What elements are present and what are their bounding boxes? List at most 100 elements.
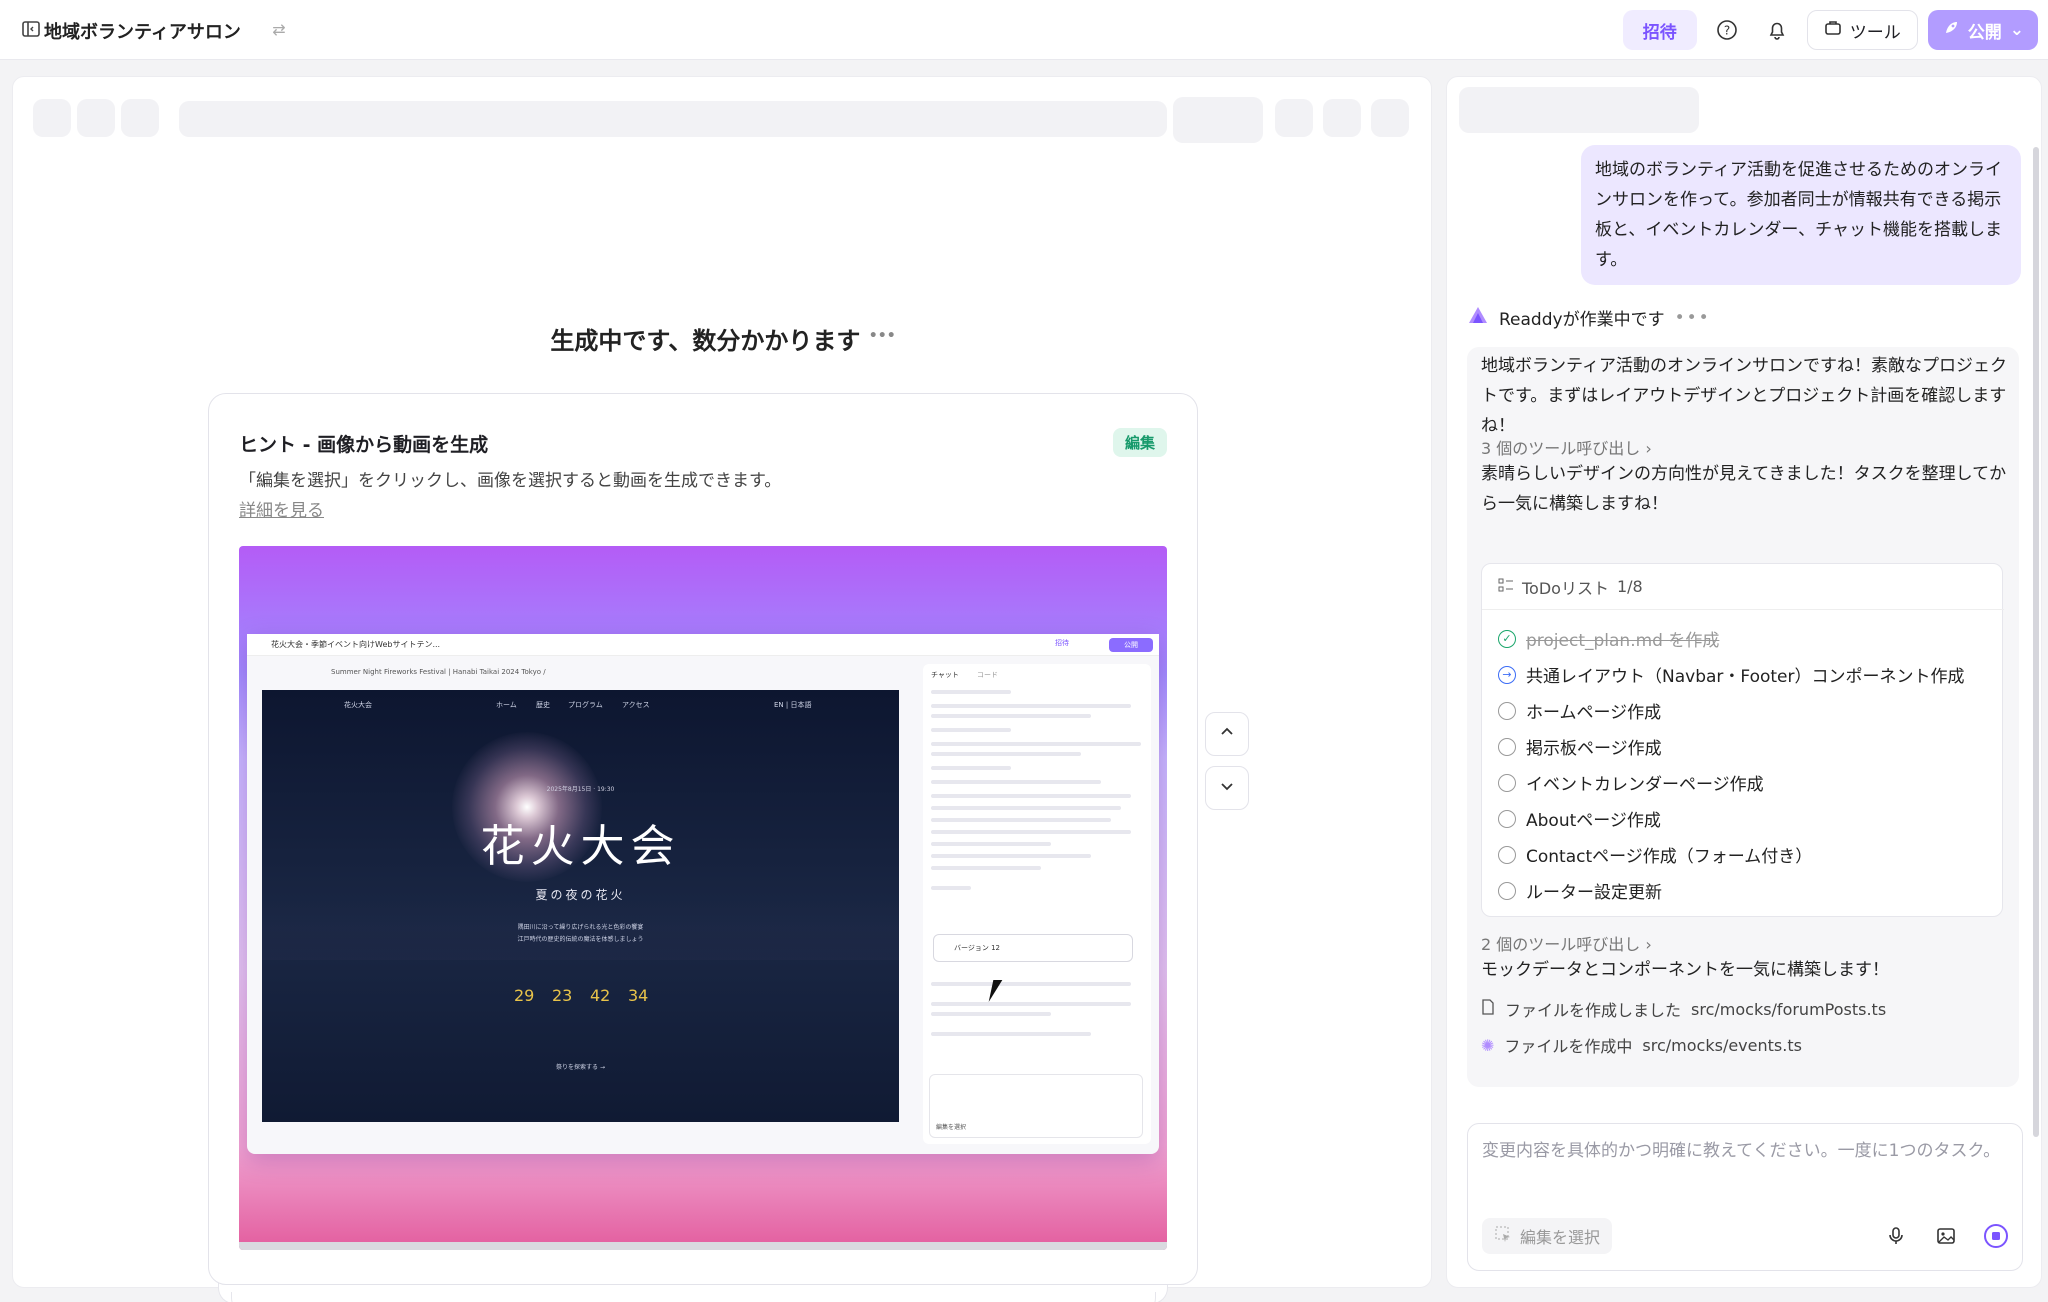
mock-chat-tab: チャット — [931, 671, 959, 679]
countdown-days: 29 — [514, 986, 535, 1005]
bell-icon[interactable] — [1757, 10, 1797, 50]
todo-label: project_plan.md を作成 — [1526, 631, 1720, 651]
mock-app-screenshot: 花火大会・季節イベント向けWebサイトテン... 招待 公開 Summer Ni… — [247, 634, 1159, 1154]
todo-label: 共通レイアウト（Navbar・Footer）コンポーネント作成 — [1526, 667, 1965, 687]
countdown-minutes: 42 — [590, 986, 611, 1005]
svg-text:?: ? — [1724, 24, 1730, 38]
mock-chat-line — [931, 1002, 1131, 1006]
file-created-row: ファイルを作成しました src/mocks/forumPosts.ts — [1481, 997, 1886, 1021]
edit-badge: 編集 — [1112, 428, 1167, 457]
file-status: ファイルを作成しました — [1505, 1001, 1682, 1020]
check-done-icon: ✓ — [1498, 629, 1516, 648]
generating-label: 生成中です、数分かかります — [550, 327, 861, 355]
stop-icon[interactable] — [1982, 1222, 2010, 1250]
mock-chat-line — [931, 714, 1091, 718]
publish-button[interactable]: 公開 ⌄ — [1927, 10, 2038, 50]
chat-scrollbar[interactable] — [2033, 147, 2039, 1137]
mock-desc-line: 江戸時代の歴史的伝統の魔法を体感しましょう — [517, 936, 644, 943]
mock-chat-line — [931, 742, 1141, 746]
help-icon[interactable]: ? — [1707, 10, 1747, 50]
mock-version-label: バージョン 12 — [954, 944, 1000, 952]
image-icon[interactable] — [1932, 1222, 1960, 1250]
mock-chat-line — [931, 690, 1011, 694]
select-edit-button[interactable]: 編集を選択 — [1482, 1218, 1613, 1254]
mock-cta: 祭りを探索する → — [556, 1064, 605, 1071]
agent-text: 地域ボランティア活動のオンラインサロンですね！素敵なプロジェクトです。まずはレイ… — [1481, 356, 2007, 436]
todo-item: ホームページ作成 — [1498, 698, 1661, 723]
skeleton-block — [33, 99, 71, 137]
chevron-down-icon — [1219, 778, 1235, 798]
pending-circle-icon — [1498, 809, 1516, 828]
mock-topbar: 花火大会・季節イベント向けWebサイトテン... 招待 公開 — [247, 634, 1159, 656]
todo-label: 掲示板ページ作成 — [1526, 739, 1662, 759]
pending-circle-icon — [1498, 845, 1516, 864]
mock-version-card: バージョン 12 — [933, 934, 1133, 962]
skeleton-url-bar — [179, 101, 1167, 137]
agent-message: 地域ボランティア活動のオンラインサロンですね！素敵なプロジェクトです。まずはレイ… — [1467, 347, 2019, 1087]
mock-edit-select: 編集を選択 — [936, 1124, 967, 1131]
todo-item: 掲示板ページ作成 — [1498, 734, 1662, 759]
loading-dots: ••• — [868, 328, 896, 344]
mock-site-desc: 隅田川に沿って繰り広げられる光と色彩の饗宴 江戸時代の歴史的伝統の魔法を体感しま… — [262, 922, 899, 946]
skeleton-block — [1371, 99, 1409, 137]
mock-chat-line — [931, 866, 1041, 870]
top-bar: 地域ボランティアサロン ⇄ 招待 ? ツール 公開 ⌄ — [0, 0, 2048, 60]
mock-chat-line — [931, 818, 1111, 822]
mock-chat-line — [931, 794, 1131, 798]
user-message: 地域のボランティア活動を促進させるためのオンラインサロンを作って。参加者同士が情… — [1581, 145, 2021, 285]
tools-button[interactable]: ツール — [1806, 10, 1918, 50]
pending-circle-icon — [1498, 881, 1516, 900]
mock-nav-item: EN | 日本語 — [774, 701, 812, 709]
mock-nav-item: 歴史 — [536, 701, 550, 709]
countdown-hours: 23 — [552, 986, 573, 1005]
learn-more-link[interactable]: 詳細を見る — [239, 496, 324, 521]
chat-panel: 地域のボランティア活動を促進させるためのオンラインサロンを作って。参加者同士が情… — [1446, 76, 2042, 1288]
todo-header: ToDoリスト 1/8 — [1482, 564, 2004, 610]
preview-panel: 生成中です、数分かかります ••• ヒント - 画像から動画を生成 編集 「編集… — [12, 76, 1433, 1302]
skeleton-block — [121, 99, 159, 137]
mock-desc-line: 隅田川に沿って繰り広げられる光と色彩の饗宴 — [517, 924, 644, 931]
mock-chat-line — [931, 1032, 1091, 1036]
next-hint-button[interactable] — [1205, 766, 1249, 810]
todo-label: イベントカレンダーページ作成 — [1526, 775, 1764, 795]
agent-text: モックデータとコンポーネントを一気に構築します！ — [1481, 960, 1889, 980]
chat-input-placeholder[interactable]: 変更内容を具体的かつ明確に教えてください。一度に1つのタスク。 — [1482, 1136, 2002, 1166]
generating-text: 生成中です、数分かかります ••• — [13, 321, 1433, 356]
file-path[interactable]: src/mocks/forumPosts.ts — [1691, 1000, 1886, 1019]
file-status: ファイルを作成中 — [1504, 1037, 1633, 1056]
tools-label: ツール — [1849, 22, 1901, 43]
chat-input[interactable]: 変更内容を具体的かつ明確に教えてください。一度に1つのタスク。 編集を選択 — [1467, 1123, 2023, 1271]
countdown-seconds: 34 — [628, 986, 649, 1005]
todo-label: Contactページ作成（フォーム付き） — [1526, 847, 1813, 867]
mock-chat-line — [931, 854, 1091, 858]
agent-status: Readdyが作業中です ••• — [1467, 305, 1711, 330]
chevron-up-icon — [1219, 724, 1235, 744]
todo-item: Contactページ作成（フォーム付き） — [1498, 842, 1812, 867]
todo-item: ルーター設定更新 — [1498, 878, 1662, 903]
spinner-icon: ✺ — [1481, 1035, 1495, 1055]
todo-list: ToDoリスト 1/8 ✓ project_plan.md を作成 → 共通レイ… — [1481, 563, 2004, 917]
file-path[interactable]: src/mocks/events.ts — [1642, 1036, 1802, 1055]
loading-dots: ••• — [1674, 307, 1711, 328]
tool-calls-toggle[interactable]: 2 個のツール呼び出し › — [1481, 931, 1652, 955]
microphone-icon[interactable] — [1882, 1222, 1910, 1250]
todo-item: ✓ project_plan.md を作成 — [1498, 626, 1719, 651]
todo-item: Aboutページ作成 — [1498, 806, 1661, 831]
list-icon — [1498, 577, 1514, 597]
swap-icon[interactable]: ⇄ — [264, 14, 294, 44]
mock-chat-line — [931, 766, 1011, 770]
rocket-icon — [1942, 19, 1960, 42]
mock-chat-panel: チャット コード バージョン 12 編集を選択 — [923, 664, 1151, 1144]
tool-calls-label: 3 個のツール呼び出し — [1481, 439, 1641, 458]
chevron-right-icon: › — [1645, 439, 1652, 458]
todo-progress: 1/8 — [1616, 577, 1643, 596]
mock-chat-line — [931, 728, 1011, 732]
mock-chat-input: 編集を選択 — [929, 1074, 1143, 1138]
mock-publish: 公開 — [1109, 638, 1153, 652]
tool-calls-label: 2 個のツール呼び出し — [1481, 935, 1641, 954]
prev-hint-button[interactable] — [1205, 712, 1249, 756]
todo-item: イベントカレンダーページ作成 — [1498, 770, 1764, 795]
invite-button[interactable]: 招待 — [1622, 10, 1697, 50]
sidebar-toggle-icon[interactable] — [16, 14, 46, 44]
tool-calls-toggle[interactable]: 3 個のツール呼び出し › — [1481, 435, 1652, 459]
